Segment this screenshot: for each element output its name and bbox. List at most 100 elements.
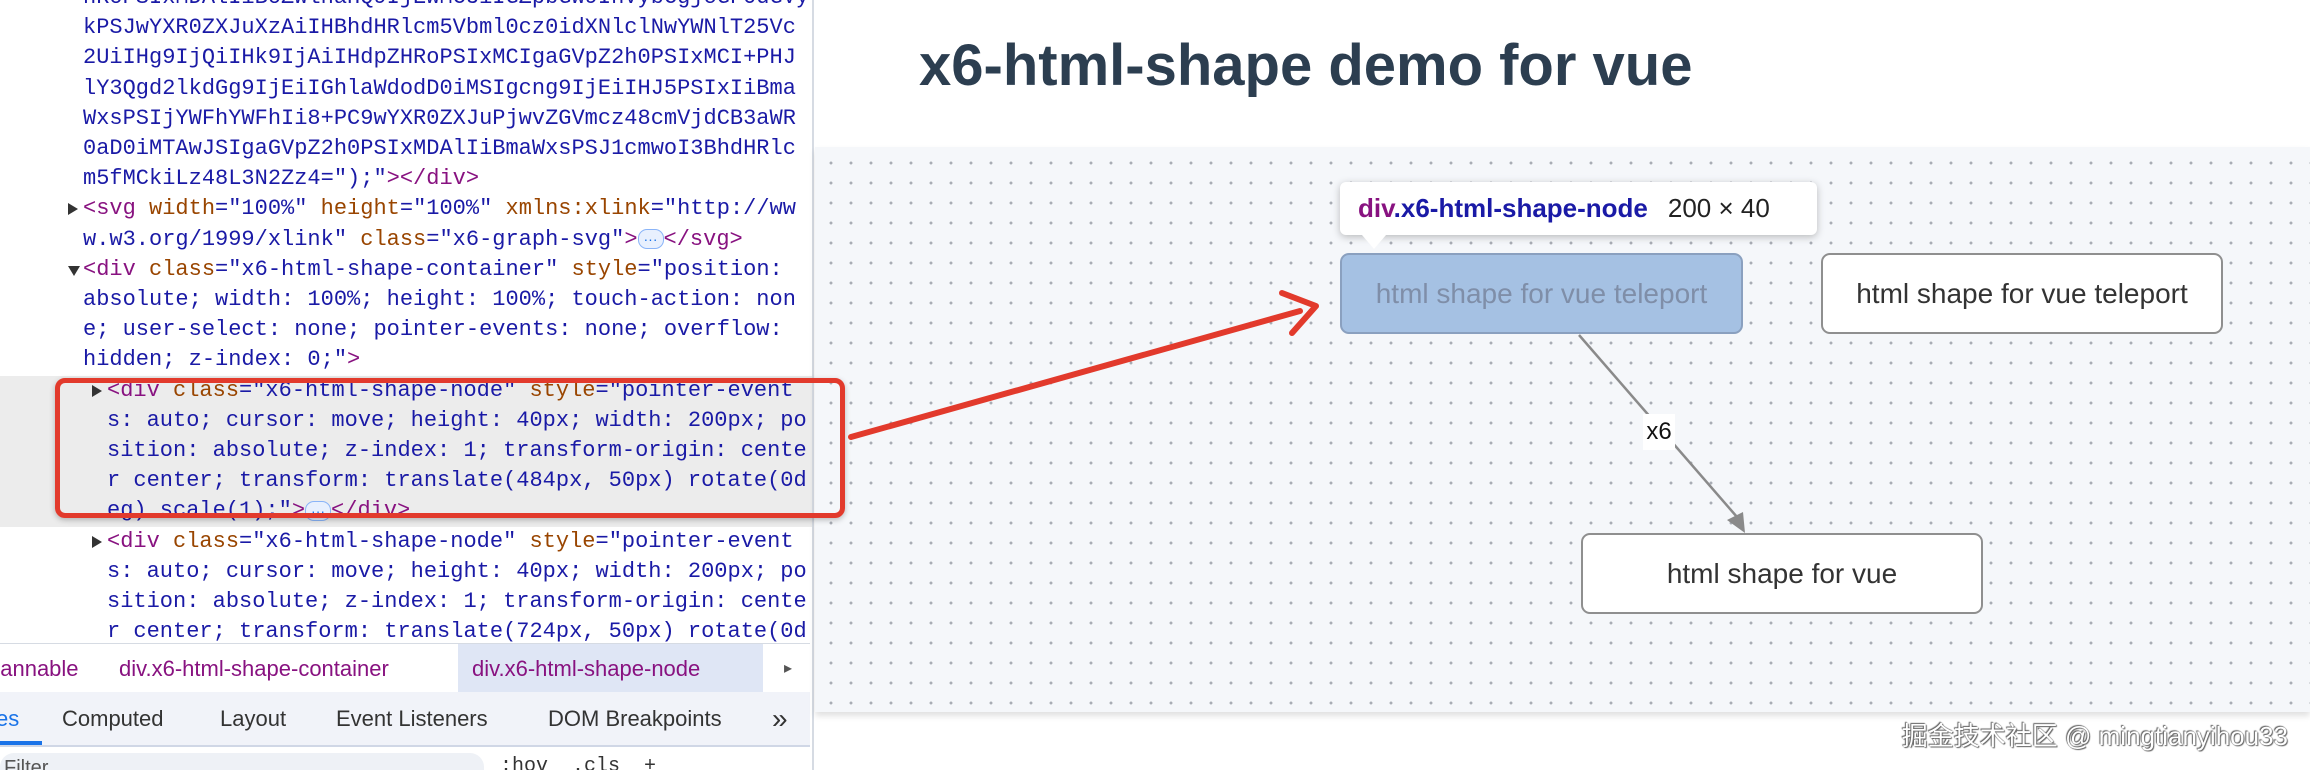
tooltip-class: .x6-html-shape-node xyxy=(1393,193,1648,223)
graph-node-3[interactable]: html shape for vue xyxy=(1581,533,1983,614)
dom-line[interactable]: WxsPSIjYWFhYWFhIi8+PC9wYXR0ZXJuPjwvZGVmc… xyxy=(0,104,812,134)
dom-line[interactable]: 0aD0iMTAwJSIgaGVpZ2h0PSIxMDAlIiBmaWxsPSJ… xyxy=(0,134,812,164)
dom-tag: <div xyxy=(107,528,174,554)
tab-computed[interactable]: Computed xyxy=(62,692,164,745)
tab-event-listeners[interactable]: Event Listeners xyxy=(336,692,488,745)
dom-line-text: <div class="x6-html-shape-node" style="p… xyxy=(107,527,794,557)
breadcrumb-item-pannable[interactable]: pannable xyxy=(0,644,79,693)
dom-line-text: absolute; width: 100%; height: 100%; tou… xyxy=(83,285,796,315)
more-tabs-icon[interactable]: » xyxy=(772,692,788,745)
tab-dom-breakpoints[interactable]: DOM Breakpoints xyxy=(548,692,722,745)
dom-attr: class xyxy=(360,226,427,252)
dom-val: hidden; z-index: 0;" xyxy=(83,347,348,373)
dom-line[interactable]: <svg width="100%" height="100%" xmlns:xl… xyxy=(0,194,812,224)
dom-line[interactable]: lY3Qgd2lkdGg9IjEiIGhlaWdodD0iMSIgcng9IjE… xyxy=(0,74,812,104)
dom-line-text: kPSJwYXR0ZXJuXzAiIHBhdHRlcm5Vbml0cz0idXN… xyxy=(83,13,796,43)
collapse-triangle-icon[interactable] xyxy=(68,203,78,216)
dom-line[interactable]: r center; transform: translate(724px, 50… xyxy=(0,617,812,643)
dom-line-text: r center; transform: translate(724px, 50… xyxy=(107,617,807,643)
tab-layout[interactable]: Layout xyxy=(220,692,286,745)
collapse-triangle-icon[interactable] xyxy=(92,535,102,548)
tooltip-tag: div xyxy=(1358,193,1394,223)
dom-line[interactable]: hRoPSIxMDAlIiBoZWlnaHQ9IjEwMCUiIGZpbGw9I… xyxy=(0,0,812,13)
dom-val: ="x6-graph-svg" xyxy=(426,226,625,252)
dom-val: ="http://ww xyxy=(650,196,796,222)
dom-line-text: s: auto; cursor: move; height: 40px; wid… xyxy=(107,557,807,587)
breadcrumb-scroll-right-icon[interactable]: ▸ xyxy=(768,644,808,693)
dom-line[interactable]: w.w3.org/1999/xlink" class="x6-graph-svg… xyxy=(0,225,812,255)
dom-line-text: 2UiIHg9IjQiIHk9IjAiIHdpZHRoPSIxMCIgaGVpZ… xyxy=(83,43,796,73)
dom-tag: <div xyxy=(83,256,150,282)
dom-line-text: w.w3.org/1999/xlink" class="x6-graph-svg… xyxy=(83,225,743,255)
graph-node-1[interactable]: html shape for vue teleport xyxy=(1340,253,1743,334)
annotation-highlight-box xyxy=(55,378,845,518)
dom-tag: > xyxy=(624,226,638,252)
dom-tree: hRoPSIxMDAlIiBoZWlnaHQ9IjEwMCUiIGZpbGw9I… xyxy=(0,0,812,643)
dom-line-text: m5fMCkiLz48L3N2Zz4=");"></div> xyxy=(83,164,479,194)
dom-line[interactable]: <div class="x6-html-shape-container" sty… xyxy=(0,255,812,285)
dom-val: ="position: xyxy=(637,256,783,282)
dom-line-text: e; user-select: none; pointer-events: no… xyxy=(83,315,783,345)
dom-attr: width xyxy=(149,196,216,222)
style-toggles[interactable]: :hov .cls + xyxy=(500,755,656,770)
dom-line-text: WxsPSIjYWFhYWFhIi8+PC9wYXR0ZXJuPjwvZGVmc… xyxy=(83,104,796,134)
dom-attr: class xyxy=(149,256,216,282)
dom-line[interactable]: m5fMCkiLz48L3N2Zz4=");"></div> xyxy=(0,164,812,194)
dom-attr: height xyxy=(320,196,400,222)
graph-node-2[interactable]: html shape for vue teleport xyxy=(1821,253,2223,334)
dom-tag: </svg> xyxy=(663,226,743,252)
filter-input[interactable]: Filter xyxy=(0,753,484,770)
dom-val: w.w3.org/1999/xlink" xyxy=(83,226,361,252)
dom-val: absolute; width: 100%; height: 100%; tou… xyxy=(83,287,796,312)
dom-line[interactable]: sition: absolute; z-index: 1; transform-… xyxy=(0,587,812,617)
dom-tag: <svg xyxy=(83,196,150,222)
dom-val: ="100%" xyxy=(215,196,321,222)
tab-styles[interactable]: es xyxy=(0,692,19,745)
expand-triangle-icon[interactable] xyxy=(68,265,80,276)
dom-val: WxsPSIjYWFhYWFhIi8+PC9wYXR0ZXJuPjwvZGVmc… xyxy=(83,105,796,131)
dom-line-text: <div class="x6-html-shape-container" sty… xyxy=(83,255,783,285)
dom-val: lY3Qgd2lkdGg9IjEiIGhlaWdodD0iMSIgcng9IjE… xyxy=(83,75,796,101)
styles-toolbar: Filter :hov .cls + xyxy=(0,747,810,770)
dom-line[interactable]: e; user-select: none; pointer-events: no… xyxy=(0,315,812,345)
dom-tag: ></div> xyxy=(386,166,480,192)
dom-val: 0aD0iMTAwJSIgaGVpZ2h0PSIxMDAlIiBmaWxsPSJ… xyxy=(83,136,796,161)
dom-val: hRoPSIxMDAlIiBoZWlnaHQ9IjEwMCUiIGZpbGw9I… xyxy=(83,0,809,10)
expand-ellipsis-button[interactable]: ··· xyxy=(637,228,664,249)
dom-line[interactable]: hidden; z-index: 0;"> xyxy=(0,345,812,375)
dom-line-text: sition: absolute; z-index: 1; transform-… xyxy=(107,587,807,617)
dom-line-text: hidden; z-index: 0;"> xyxy=(83,345,360,375)
page-title: x6-html-shape demo for vue xyxy=(919,33,1693,98)
watermark: 掘金技术社区 @ mingtianyihou33 xyxy=(1901,721,2288,751)
dom-val: e; user-select: none; pointer-events: no… xyxy=(83,317,783,343)
tooltip-pointer xyxy=(1362,235,1386,249)
dom-line[interactable]: s: auto; cursor: move; height: 40px; wid… xyxy=(0,557,812,587)
dom-attr: style xyxy=(571,256,638,282)
dom-tag: > xyxy=(347,347,361,373)
sidebar-tabs: es Computed Layout Event Listeners DOM B… xyxy=(0,692,810,747)
dom-val: s: auto; cursor: move; height: 40px; wid… xyxy=(107,558,807,584)
dom-val: kPSJwYXR0ZXJuXzAiIHBhdHRlcm5Vbml0cz0idXN… xyxy=(83,15,796,41)
dom-val: m5fMCkiLz48L3N2Zz4=");" xyxy=(83,166,387,192)
dom-line-text: <svg width="100%" height="100%" xmlns:xl… xyxy=(83,194,796,224)
dom-line[interactable]: kPSJwYXR0ZXJuXzAiIHBhdHRlcm5Vbml0cz0idXN… xyxy=(0,13,812,43)
edge-label: x6 xyxy=(1643,414,1675,450)
inspect-tooltip: div.x6-html-shape-node 200 × 40 xyxy=(1340,182,1817,249)
dom-val: r center; transform: translate(724px, 50… xyxy=(107,619,807,643)
dom-val: ="x6-html-shape-node" xyxy=(239,528,530,554)
dom-val: ="x6-html-shape-container" xyxy=(215,256,572,282)
dom-val: ="pointer-event xyxy=(595,528,794,554)
dom-line-text: 0aD0iMTAwJSIgaGVpZ2h0PSIxMDAlIiBmaWxsPSJ… xyxy=(83,134,796,164)
dom-attr: style xyxy=(529,528,596,554)
breadcrumb-item-node[interactable]: div.x6-html-shape-node xyxy=(458,644,763,693)
dom-line-text: hRoPSIxMDAlIiBoZWlnaHQ9IjEwMCUiIGZpbGw9I… xyxy=(83,0,809,13)
dom-line[interactable]: 2UiIHg9IjQiIHk9IjAiIHdpZHRoPSIxMCIgaGVpZ… xyxy=(0,43,812,73)
dom-val: sition: absolute; z-index: 1; transform-… xyxy=(107,589,807,614)
dom-val: 2UiIHg9IjQiIHk9IjAiIHdpZHRoPSIxMCIgaGVpZ… xyxy=(83,45,796,71)
breadcrumb-item-container[interactable]: div.x6-html-shape-container xyxy=(119,644,389,693)
dom-line[interactable]: <div class="x6-html-shape-node" style="p… xyxy=(0,527,812,557)
dom-line[interactable]: absolute; width: 100%; height: 100%; tou… xyxy=(0,285,812,315)
active-tab-indicator xyxy=(0,741,42,745)
breadcrumb: pannable div.x6-html-shape-container div… xyxy=(0,643,810,693)
dom-attr: class xyxy=(173,528,240,554)
